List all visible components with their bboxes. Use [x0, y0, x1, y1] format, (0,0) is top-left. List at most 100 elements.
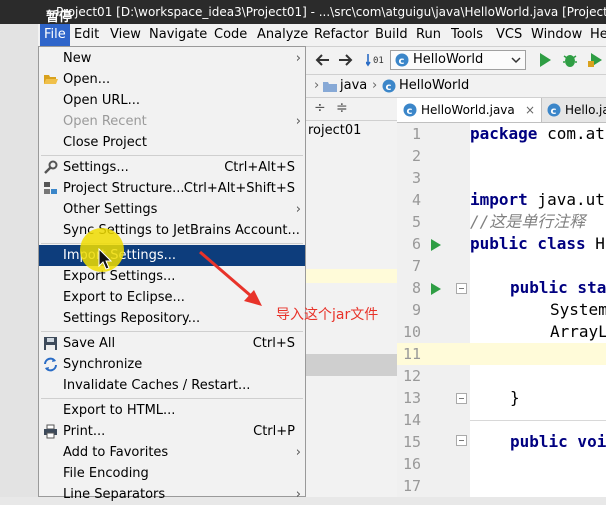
- coverage-icon[interactable]: [588, 52, 604, 68]
- menu-item-add-to-favorites[interactable]: Add to Favorites ›: [39, 442, 305, 463]
- run-config-select[interactable]: c HelloWorld: [390, 50, 526, 70]
- menu-navigate[interactable]: Navigate: [149, 24, 207, 46]
- forward-arrow-icon[interactable]: [338, 53, 354, 67]
- menu-item-save-all[interactable]: Save All Ctrl+S: [39, 333, 305, 354]
- menu-item-line-separators[interactable]: Line Separators ›: [39, 484, 305, 505]
- menu-item-other-settings[interactable]: Other Settings ›: [39, 199, 305, 220]
- menu-item-settings[interactable]: Settings... Ctrl+Alt+S: [39, 157, 305, 178]
- class-icon: c: [403, 103, 417, 117]
- project-pane: ÷ ≑ roject01: [306, 98, 398, 497]
- line-number: 4: [411, 191, 421, 209]
- svg-text:c: c: [551, 106, 557, 117]
- window-title: Project01 [D:\workspace_idea3\Project01]…: [56, 5, 606, 19]
- menu-item-sync-settings[interactable]: Sync Settings to JetBrains Account...: [39, 220, 305, 241]
- line-number: 11: [402, 345, 421, 363]
- editor-gutter: 1 2 3 4 5 6 7 8 9 10 11 12 13 14 15 16 1…: [397, 123, 471, 497]
- menu-item-invalidate-caches[interactable]: Invalidate Caches / Restart...: [39, 375, 305, 396]
- debug-icon[interactable]: [562, 52, 578, 68]
- class-icon: c: [547, 103, 561, 117]
- menu-help[interactable]: He: [590, 24, 606, 46]
- code-editor[interactable]: package com.at import java.ut //这是单行注释 p…: [470, 123, 606, 497]
- line-number: 1: [411, 125, 421, 143]
- back-arrow-icon[interactable]: [314, 53, 330, 67]
- annotation-arrow: [199, 250, 262, 306]
- line-number: 10: [402, 323, 421, 341]
- menu-separator: [41, 155, 303, 156]
- menu-item-open-recent: Open Recent ›: [39, 111, 305, 132]
- sync-icon: [44, 357, 57, 372]
- menu-item-settings-repository[interactable]: Settings Repository...: [39, 308, 305, 329]
- menu-file[interactable]: File: [40, 24, 70, 46]
- menu-vcs[interactable]: VCS: [496, 24, 522, 46]
- submenu-arrow-icon: ›: [295, 445, 301, 460]
- line-number: 15: [402, 433, 421, 451]
- menu-item-file-encoding[interactable]: File Encoding: [39, 463, 305, 484]
- method-separator: [470, 420, 606, 421]
- menu-item-close-project[interactable]: Close Project: [39, 132, 305, 153]
- menu-item-new[interactable]: New ›: [39, 48, 305, 69]
- run-gutter-icon[interactable]: [430, 238, 442, 252]
- menu-edit[interactable]: Edit: [74, 24, 99, 46]
- menu-item-open-url[interactable]: Open URL...: [39, 90, 305, 111]
- code-line-9: System: [550, 300, 606, 319]
- line-number: 14: [402, 411, 421, 429]
- run-gutter-icon[interactable]: [430, 282, 442, 296]
- save-icon: [44, 337, 57, 350]
- project-structure-icon: [44, 182, 57, 194]
- expand-icon[interactable]: ≑: [336, 100, 348, 116]
- breadcrumb-helloworld[interactable]: HelloWorld: [399, 75, 469, 97]
- tab-hello[interactable]: c Hello.ja: [543, 98, 606, 122]
- menu-separator: [41, 331, 303, 332]
- svg-text:01: 01: [373, 56, 384, 66]
- fold-icon[interactable]: [456, 435, 467, 446]
- wrench-icon: [44, 160, 58, 174]
- folder-open-icon: [44, 75, 58, 84]
- svg-text:c: c: [386, 82, 392, 93]
- fold-icon[interactable]: [456, 283, 467, 294]
- project-root-label[interactable]: roject01: [308, 123, 361, 138]
- chevron-down-icon: [511, 57, 521, 64]
- breadcrumb-java[interactable]: java: [340, 75, 367, 97]
- folder-icon: [323, 82, 337, 92]
- menu-view[interactable]: View: [110, 24, 141, 46]
- line-number: 17: [402, 477, 421, 495]
- menu-item-export-html[interactable]: Export to HTML...: [39, 400, 305, 421]
- code-line-13: }: [510, 388, 520, 407]
- menu-code[interactable]: Code: [214, 24, 247, 46]
- collapse-icon[interactable]: ÷: [314, 100, 326, 116]
- menu-window[interactable]: Window: [531, 24, 582, 46]
- project-pane-header: ÷ ≑: [306, 98, 397, 121]
- line-number: 6: [411, 235, 421, 253]
- tab-helloworld[interactable]: c HelloWorld.java ×: [397, 98, 542, 122]
- menu-item-project-structure[interactable]: Project Structure... Ctrl+Alt+Shift+S: [39, 178, 305, 199]
- class-icon: c: [395, 53, 409, 67]
- menu-run[interactable]: Run: [416, 24, 441, 46]
- build-icon[interactable]: 01: [366, 52, 384, 68]
- submenu-arrow-icon: ›: [295, 202, 301, 217]
- annotation-text: 导入这个jar文件: [276, 307, 379, 323]
- run-config-label: HelloWorld: [413, 52, 484, 67]
- menu-analyze[interactable]: Analyze: [257, 24, 308, 46]
- printer-icon: [44, 424, 57, 439]
- submenu-arrow-icon: ›: [295, 114, 301, 129]
- svg-text:c: c: [399, 56, 405, 67]
- tab-label: Hello.ja: [565, 103, 606, 117]
- mouse-cursor-icon: [98, 248, 112, 270]
- left-tool-strip: [0, 24, 39, 497]
- run-icon[interactable]: [538, 52, 552, 68]
- line-number: 9: [411, 301, 421, 319]
- menu-tools[interactable]: Tools: [451, 24, 483, 46]
- code-line-1: package com.at: [470, 124, 605, 143]
- menu-item-open[interactable]: Open...: [39, 69, 305, 90]
- code-line-6: public class H: [470, 234, 605, 253]
- close-icon[interactable]: ×: [525, 98, 535, 122]
- menu-item-print[interactable]: Print... Ctrl+P: [39, 421, 305, 442]
- menu-build[interactable]: Build: [375, 24, 408, 46]
- submenu-arrow-icon: ›: [295, 487, 301, 502]
- menu-refactor[interactable]: Refactor: [314, 24, 369, 46]
- submenu-arrow-icon: ›: [295, 51, 301, 66]
- fold-icon[interactable]: [456, 393, 467, 404]
- code-line-15: public voi: [510, 432, 606, 451]
- menu-item-synchronize[interactable]: Synchronize: [39, 354, 305, 375]
- line-number: 13: [402, 389, 421, 407]
